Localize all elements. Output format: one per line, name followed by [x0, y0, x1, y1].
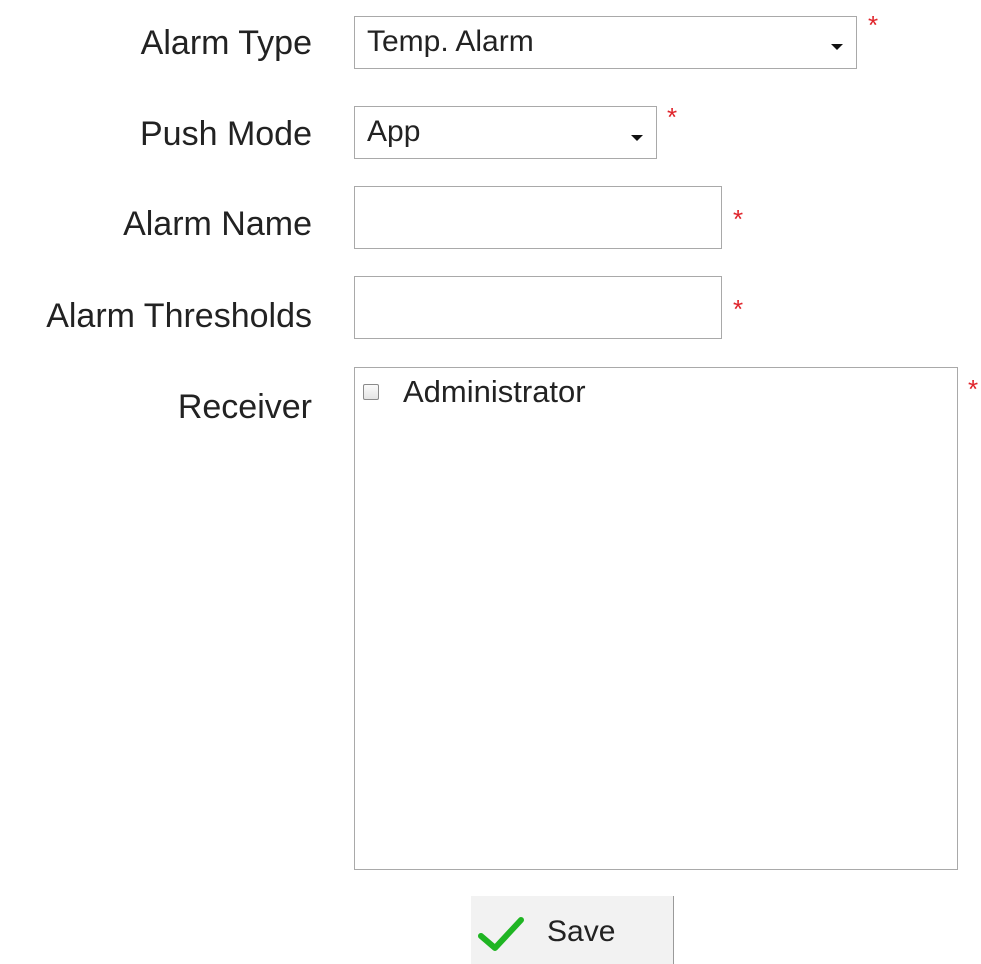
- alarm-name-field[interactable]: [354, 186, 722, 249]
- alarm-type-label: Alarm Type: [140, 24, 312, 62]
- receiver-option-label: Administrator: [403, 374, 586, 409]
- push-mode-select[interactable]: App: [354, 106, 657, 159]
- push-mode-required-mark: *: [667, 102, 678, 132]
- push-mode-value: App: [367, 115, 421, 148]
- administrator-checkbox[interactable]: [363, 384, 379, 400]
- alarm-thresholds-field[interactable]: [354, 276, 722, 339]
- alarm-type-required-mark: *: [868, 10, 879, 40]
- alarm-thresholds-required-mark: *: [733, 294, 744, 324]
- alarm-type-select[interactable]: Temp. Alarm: [354, 16, 857, 69]
- receiver-option-administrator[interactable]: Administrator: [363, 374, 586, 410]
- alarm-name-required-mark: *: [733, 204, 744, 234]
- receiver-required-mark: *: [968, 374, 979, 404]
- receiver-list[interactable]: Administrator: [354, 367, 958, 870]
- alarm-type-value: Temp. Alarm: [367, 25, 534, 58]
- receiver-label: Receiver: [177, 388, 312, 426]
- checkmark-icon: [478, 917, 524, 951]
- alarm-name-label: Alarm Name: [123, 205, 312, 243]
- push-mode-label: Push Mode: [140, 115, 312, 153]
- chevron-down-icon: [631, 135, 643, 141]
- alarm-thresholds-label: Alarm Thresholds: [46, 297, 312, 335]
- save-button[interactable]: Save: [471, 896, 674, 964]
- save-label: Save: [547, 915, 616, 948]
- chevron-down-icon: [831, 44, 843, 50]
